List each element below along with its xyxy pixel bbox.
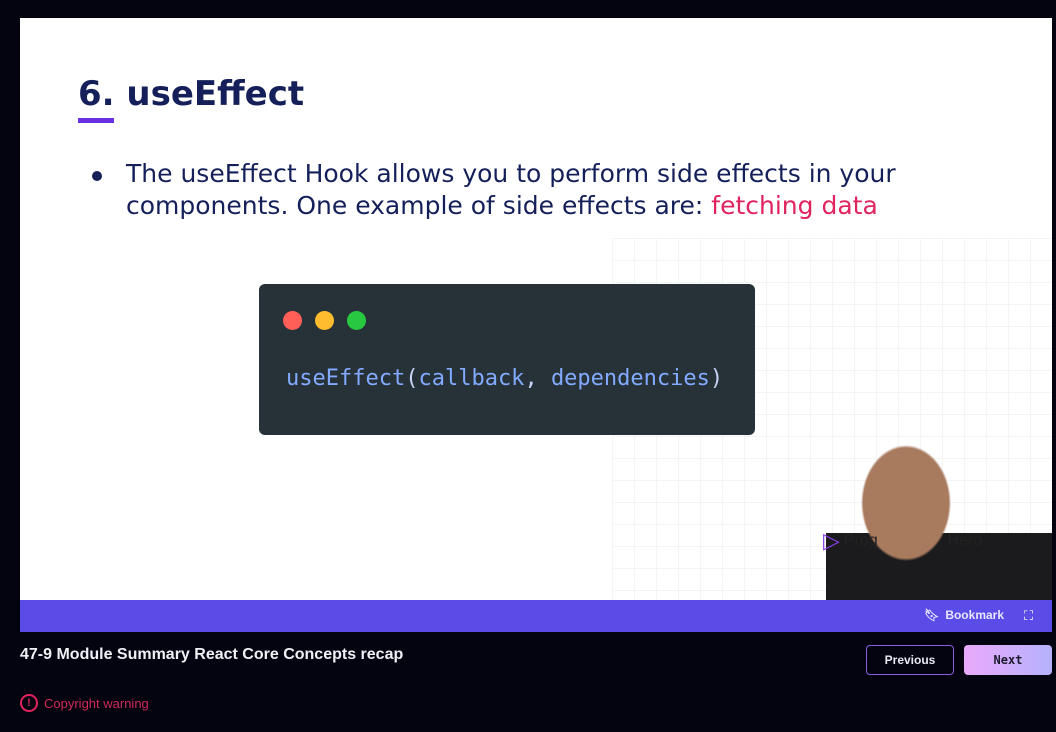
code-line: useEffect(callback, dependencies): [286, 366, 723, 391]
code-arg: callback: [418, 366, 525, 391]
copyright-warning-link[interactable]: ! Copyright warning: [20, 694, 149, 712]
code-paren: (: [405, 366, 419, 391]
title-underline: [78, 118, 114, 123]
player-control-bar: 🔖︎ Bookmark ⛶: [20, 600, 1052, 632]
slide-bullet: The useEffect Hook allows you to perform…: [90, 158, 906, 222]
presenter-webcam: [826, 433, 1052, 600]
logo-text-left: Prog: [843, 532, 878, 549]
code-fn: useEffect: [286, 366, 406, 391]
code-window: useEffect(callback, dependencies): [259, 284, 755, 435]
copyright-warning-label: Copyright warning: [44, 695, 149, 711]
previous-button[interactable]: Previous: [866, 645, 954, 675]
yellow-dot-icon: [315, 311, 334, 330]
green-dot-icon: [347, 311, 366, 330]
brand-logo: ▷ Prog Hero: [823, 528, 982, 554]
video-player[interactable]: 6. useEffect The useEffect Hook allows y…: [20, 18, 1052, 600]
lesson-title: 47-9 Module Summary React Core Concepts …: [20, 646, 404, 663]
next-button[interactable]: Next: [964, 645, 1052, 675]
bookmark-icon: 🔖︎: [924, 608, 940, 622]
code-sep: ,: [524, 366, 551, 391]
bullet-highlight: fetching data: [711, 191, 878, 220]
play-logo-icon: ▷: [823, 528, 840, 553]
red-dot-icon: [283, 311, 302, 330]
code-paren: ): [709, 366, 724, 391]
bookmark-label: Bookmark: [945, 608, 1004, 622]
warning-icon: !: [20, 694, 38, 712]
logo-text-right: Hero: [947, 532, 983, 549]
code-arg: dependencies: [550, 366, 710, 391]
bookmark-button[interactable]: 🔖︎ Bookmark: [924, 608, 1004, 622]
slide-title: 6. useEffect: [78, 74, 305, 114]
fullscreen-icon[interactable]: ⛶: [1024, 608, 1040, 624]
